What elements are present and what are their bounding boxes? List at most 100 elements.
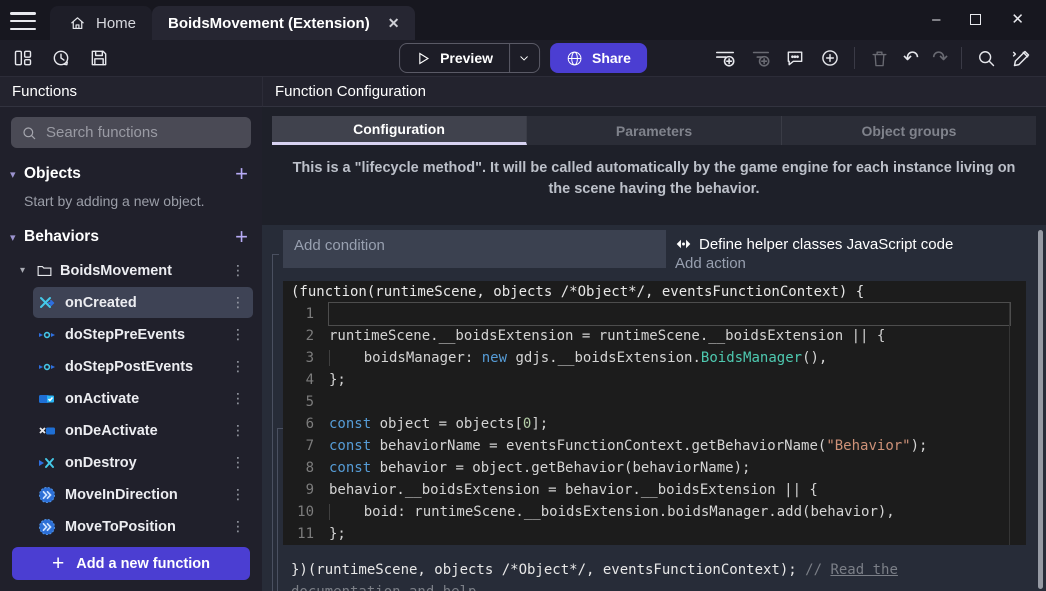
row-menu-icon[interactable]: ⋮: [231, 359, 253, 375]
code-lines[interactable]: 1 2runtimeScene.__boidsExtension = runti…: [283, 303, 1026, 545]
action-cell: Define helper classes JavaScript code Ad…: [666, 230, 1026, 272]
function-item-onDestroy[interactable]: onDestroy ⋮: [33, 447, 253, 478]
add-behavior-button[interactable]: +: [235, 226, 248, 248]
function-item-onActivate[interactable]: onActivate⋮: [33, 383, 253, 414]
code-line-2[interactable]: 2runtimeScene.__boidsExtension = runtime…: [283, 325, 1026, 347]
collapse-arrow-icon[interactable]: ▾: [10, 231, 24, 244]
hamburger-menu-icon[interactable]: [10, 12, 36, 30]
window-controls: – ✕: [932, 12, 1046, 39]
add-function-label: Add a new function: [76, 556, 210, 572]
objects-empty-text: Start by adding a new object.: [0, 191, 262, 217]
collapse-arrow-icon[interactable]: ▾: [10, 168, 24, 181]
line-number: 3: [283, 347, 329, 369]
behaviors-section-title: Behaviors: [24, 228, 99, 246]
code-line-6[interactable]: 6const object = objects[0];: [283, 413, 1026, 435]
tab-parameters[interactable]: Parameters: [527, 116, 782, 145]
code-text: [329, 303, 1010, 325]
function-item-doStepPreEvents[interactable]: doStepPreEvents⋮: [33, 319, 253, 350]
row-menu-icon[interactable]: ⋮: [231, 487, 253, 503]
code-text: const behaviorName = eventsFunctionConte…: [329, 435, 1010, 457]
history-icon[interactable]: [50, 47, 72, 69]
add-object-button[interactable]: +: [235, 163, 248, 185]
titlebar: Home BoidsMovement (Extension) ✕ – ✕: [0, 0, 1046, 40]
tab-extension[interactable]: BoidsMovement (Extension) ✕: [152, 6, 415, 40]
code-line-3[interactable]: 3 boidsManager: new gdjs.__boidsExtensio…: [283, 347, 1026, 369]
code-line-7[interactable]: 7const behaviorName = eventsFunctionCont…: [283, 435, 1026, 457]
created-icon: [39, 295, 65, 311]
search-functions-input[interactable]: [46, 124, 245, 141]
code-line-4[interactable]: 4};: [283, 369, 1026, 391]
maximize-icon[interactable]: [970, 14, 981, 25]
sidebar-header: Functions: [0, 77, 262, 107]
row-menu-icon[interactable]: ⋮: [231, 423, 253, 439]
code-line-8[interactable]: 8const behavior = object.getBehavior(beh…: [283, 457, 1026, 479]
tab-configuration[interactable]: Configuration: [272, 116, 527, 145]
edit-extension-icon[interactable]: [1010, 47, 1032, 69]
add-action-button[interactable]: Add action: [675, 255, 1026, 272]
preview-dropdown[interactable]: [509, 44, 539, 72]
row-menu-icon[interactable]: ⋮: [231, 455, 253, 471]
line-number: 4: [283, 369, 329, 391]
code-line-11[interactable]: 11};: [283, 523, 1026, 545]
main-header: Function Configuration: [262, 77, 1046, 107]
function-item-doStepPostEvents[interactable]: doStepPostEvents⋮: [33, 351, 253, 382]
add-event-icon[interactable]: [714, 47, 736, 69]
function-item-onDeActivate[interactable]: onDeActivate ⋮: [33, 415, 253, 446]
function-item-MoveToPosition[interactable]: MoveToPosition⋮: [33, 511, 253, 542]
row-menu-icon[interactable]: ⋮: [231, 391, 253, 407]
function-item-label: onCreated: [65, 295, 137, 311]
function-item-MoveInDirection[interactable]: MoveInDirection⋮: [33, 479, 253, 510]
line-number: 6: [283, 413, 329, 435]
code-editor[interactable]: (function(runtimeScene, objects /*Object…: [283, 281, 1026, 545]
code-line-1[interactable]: 1: [283, 303, 1026, 325]
plus-icon: +: [52, 553, 64, 574]
behavior-group-row[interactable]: ▾ BoidsMovement ⋮: [20, 255, 253, 286]
add-subevent-icon[interactable]: [749, 47, 771, 69]
row-menu-icon[interactable]: ⋮: [231, 263, 253, 279]
row-menu-icon[interactable]: ⋮: [231, 327, 253, 343]
objects-section-header[interactable]: ▾ Objects +: [0, 154, 262, 191]
tab-object-groups[interactable]: Object groups: [782, 116, 1036, 145]
minimize-icon[interactable]: –: [932, 12, 940, 27]
globe-icon: [566, 50, 583, 67]
toolbar-right-group: ↶ ↷: [714, 47, 1046, 69]
tab-home[interactable]: Home: [50, 6, 152, 40]
function-item-label: onDestroy: [65, 455, 137, 471]
search-icon[interactable]: [975, 47, 997, 69]
save-icon[interactable]: [88, 47, 110, 69]
redo-icon[interactable]: ↷: [932, 49, 948, 68]
add-circle-icon[interactable]: [819, 47, 841, 69]
add-function-button[interactable]: + Add a new function: [12, 547, 250, 580]
line-number: 5: [283, 391, 329, 413]
chevron-down-icon: [519, 52, 531, 64]
folder-icon: [36, 262, 58, 279]
code-wrapper-footer: })(runtimeScene, objects /*Object*/, eve…: [283, 559, 1026, 591]
code-text: };: [329, 523, 1010, 545]
code-line-10[interactable]: 10 boid: runtimeScene.__boidsExtension.b…: [283, 501, 1026, 523]
add-comment-icon[interactable]: [784, 47, 806, 69]
search-functions-box[interactable]: [11, 117, 251, 148]
share-button[interactable]: Share: [550, 43, 647, 73]
add-condition-button[interactable]: Add condition: [283, 230, 666, 268]
row-menu-icon[interactable]: ⋮: [231, 519, 253, 535]
js-code-event[interactable]: Add condition Define helper classes Java…: [283, 230, 1026, 591]
preview-button-main[interactable]: Preview: [400, 44, 509, 72]
row-menu-icon[interactable]: ⋮: [231, 295, 253, 311]
delete-icon[interactable]: [868, 47, 890, 69]
close-window-icon[interactable]: ✕: [1011, 12, 1024, 27]
behaviors-section-header[interactable]: ▾ Behaviors +: [0, 217, 262, 254]
code-text: boid: runtimeScene.__boidsExtension.boid…: [329, 501, 1010, 523]
project-manager-icon[interactable]: [12, 47, 34, 69]
undo-icon[interactable]: ↶: [903, 49, 919, 68]
function-item-label: onDeActivate: [65, 423, 158, 439]
code-line-5[interactable]: 5: [283, 391, 1026, 413]
function-item-onCreated[interactable]: onCreated ⋮: [33, 287, 253, 318]
events-scrollbar[interactable]: [1038, 230, 1043, 589]
collapse-arrow-icon[interactable]: ▾: [20, 265, 36, 276]
step-icon: [39, 327, 65, 343]
config-tabs: Configuration Parameters Object groups: [272, 116, 1036, 145]
toolbar-divider: [961, 47, 962, 69]
tab-close-icon[interactable]: ✕: [388, 15, 400, 32]
preview-button[interactable]: Preview: [399, 43, 540, 73]
code-line-9[interactable]: 9behavior.__boidsExtension = behavior.__…: [283, 479, 1026, 501]
